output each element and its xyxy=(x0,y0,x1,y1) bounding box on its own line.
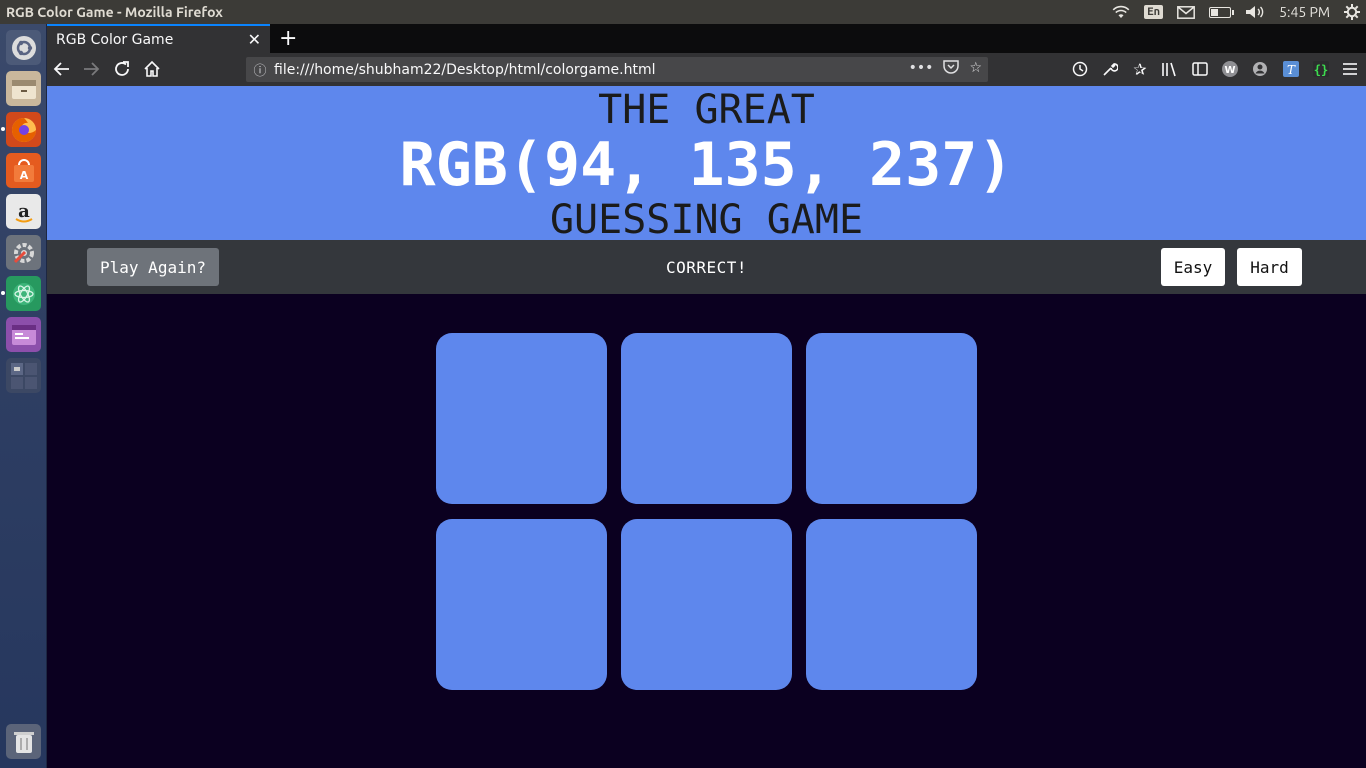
game-header: THE GREAT RGB(94, 135, 237) GUESSING GAM… xyxy=(47,86,1366,243)
battery-icon[interactable] xyxy=(1209,6,1235,18)
hamburger-menu-icon[interactable] xyxy=(1340,59,1360,79)
title-top: THE GREAT xyxy=(598,87,815,133)
atom-editor-icon[interactable] xyxy=(6,276,41,311)
bookmark-star-icon[interactable]: ☆ xyxy=(969,60,982,79)
color-square[interactable] xyxy=(436,519,607,690)
extension-t-icon[interactable]: T xyxy=(1281,59,1301,79)
system-top-panel: RGB Color Game - Mozilla Firefox En 5:45… xyxy=(0,0,1366,24)
browser-tab-bar: RGB Color Game ✕ + xyxy=(47,24,1366,53)
game-page: THE GREAT RGB(94, 135, 237) GUESSING GAM… xyxy=(47,86,1366,768)
extension-w-icon[interactable]: W xyxy=(1220,59,1240,79)
status-message: CORRECT! xyxy=(665,257,748,277)
reload-icon[interactable] xyxy=(112,59,132,79)
mail-icon[interactable] xyxy=(1177,5,1196,19)
system-settings-icon[interactable] xyxy=(6,235,41,270)
svg-text:T: T xyxy=(1287,63,1296,77)
running-indicator xyxy=(1,127,5,131)
svg-text:{}: {} xyxy=(1314,63,1328,77)
pocket-icon[interactable] xyxy=(943,60,960,79)
url-bar[interactable]: ⓘ file:///home/shubham22/Desktop/html/co… xyxy=(246,57,988,82)
color-square[interactable] xyxy=(806,333,977,504)
unity-launcher: A a xyxy=(0,24,47,768)
svg-text:W: W xyxy=(1224,65,1235,76)
play-again-button[interactable]: Play Again? xyxy=(87,248,219,286)
back-arrow-icon[interactable] xyxy=(52,59,72,79)
indicator-area: En 5:45 PM xyxy=(1112,0,1360,24)
bookmarks-star-icon[interactable]: ✰ xyxy=(1130,59,1150,79)
close-tab-icon[interactable]: ✕ xyxy=(248,30,261,49)
volume-icon[interactable] xyxy=(1245,5,1265,19)
svg-text:A: A xyxy=(19,169,28,182)
extension-braces-icon[interactable]: {} xyxy=(1311,59,1331,79)
page-actions-icon[interactable]: ••• xyxy=(909,60,934,79)
wifi-icon[interactable] xyxy=(1112,5,1130,19)
color-square[interactable] xyxy=(621,519,792,690)
url-text[interactable]: file:///home/shubham22/Desktop/html/colo… xyxy=(274,62,909,78)
tab-title: RGB Color Game xyxy=(56,31,174,48)
sidebar-icon[interactable] xyxy=(1190,59,1210,79)
window-title: RGB Color Game - Mozilla Firefox xyxy=(6,4,223,20)
clock[interactable]: 5:45 PM xyxy=(1279,4,1330,20)
new-tab-button[interactable]: + xyxy=(279,26,297,51)
ubuntu-dash-icon[interactable] xyxy=(6,30,41,65)
trash-icon[interactable] xyxy=(6,724,41,759)
software-center-icon[interactable]: A xyxy=(6,153,41,188)
window-manager-icon[interactable] xyxy=(6,317,41,352)
color-square[interactable] xyxy=(436,333,607,504)
history-clock-icon[interactable] xyxy=(1070,59,1090,79)
tab-rgb-color-game[interactable]: RGB Color Game ✕ xyxy=(47,24,270,53)
hard-mode-button[interactable]: Hard xyxy=(1237,248,1302,286)
color-square[interactable] xyxy=(806,519,977,690)
running-indicator xyxy=(1,291,5,295)
wrench-icon[interactable] xyxy=(1100,59,1120,79)
firefox-icon[interactable] xyxy=(6,112,41,147)
library-icon[interactable] xyxy=(1160,59,1180,79)
title-bottom: GUESSING GAME xyxy=(549,197,864,243)
color-display: RGB(94, 135, 237) xyxy=(399,130,1014,200)
svg-text:a: a xyxy=(18,201,30,222)
files-icon[interactable] xyxy=(6,71,41,106)
home-icon[interactable] xyxy=(142,59,162,79)
color-squares-grid xyxy=(436,333,981,693)
forward-arrow-icon[interactable] xyxy=(81,59,101,79)
settings-gear-icon[interactable] xyxy=(1344,4,1360,20)
account-icon[interactable] xyxy=(1250,59,1270,79)
browser-navigation-bar: ⓘ file:///home/shubham22/Desktop/html/co… xyxy=(47,53,1366,86)
info-icon[interactable]: ⓘ xyxy=(246,60,274,79)
amazon-icon[interactable]: a xyxy=(6,194,41,229)
workspace-switcher-icon[interactable] xyxy=(6,358,41,393)
easy-mode-button[interactable]: Easy xyxy=(1161,248,1225,286)
color-square[interactable] xyxy=(621,333,792,504)
keyboard-language-indicator[interactable]: En xyxy=(1144,5,1164,19)
control-stripe: Play Again? CORRECT! Easy Hard xyxy=(47,240,1366,294)
